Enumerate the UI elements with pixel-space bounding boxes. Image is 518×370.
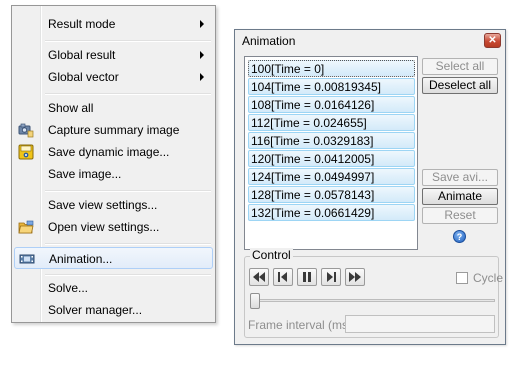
menu-separator: [45, 243, 211, 245]
select-all-button[interactable]: Select all: [422, 58, 498, 75]
skip-to-end-icon: [349, 272, 361, 282]
submenu-arrow-icon: [200, 73, 204, 81]
list-item[interactable]: 100[Time = 0]: [248, 60, 415, 77]
menu-item-label: Save image...: [48, 167, 122, 181]
menu-item-result-mode[interactable]: Result mode: [14, 13, 213, 35]
context-menu: Result mode Global result Global vector …: [11, 5, 216, 323]
frame-interval-label: Frame interval (ms): [248, 318, 353, 332]
deselect-all-button[interactable]: Deselect all: [422, 77, 498, 94]
open-folder-icon: [18, 219, 34, 235]
submenu-arrow-icon: [200, 20, 204, 28]
menu-separator: [45, 274, 211, 276]
frame-interval-field[interactable]: [345, 315, 495, 333]
animate-button[interactable]: Animate: [422, 188, 498, 205]
menu-item-solver-manager[interactable]: Solver manager...: [14, 299, 213, 321]
menu-item-save-view-settings[interactable]: Save view settings...: [14, 194, 213, 216]
list-item[interactable]: 124[Time = 0.0494997]: [248, 168, 415, 185]
skip-to-start-button[interactable]: [249, 268, 269, 286]
menu-item-label: Global result: [48, 48, 116, 62]
menu-item-save-dynamic-image[interactable]: Save dynamic image...: [14, 141, 213, 163]
step-forward-icon: [327, 272, 336, 282]
menu-separator: [45, 93, 211, 95]
dialog-title: Animation: [242, 34, 296, 48]
menu-item-label: Global vector: [48, 70, 119, 84]
frame-slider-track[interactable]: [251, 299, 495, 302]
menu-item-global-vector[interactable]: Global vector: [14, 66, 213, 88]
animation-dialog: Animation ✕ 100[Time = 0] 104[Time = 0.0…: [234, 29, 506, 345]
film-icon: [19, 251, 35, 267]
reset-button[interactable]: Reset: [422, 207, 498, 224]
menu-item-solve[interactable]: Solve...: [14, 277, 213, 299]
list-item[interactable]: 116[Time = 0.0329183]: [248, 132, 415, 149]
menu-item-label: Open view settings...: [48, 220, 160, 234]
list-item[interactable]: 120[Time = 0.0412005]: [248, 150, 415, 167]
step-back-icon: [278, 272, 287, 282]
skip-to-start-icon: [253, 272, 265, 282]
frame-list[interactable]: 100[Time = 0] 104[Time = 0.00819345] 108…: [244, 56, 418, 250]
camera-icon: [18, 122, 34, 138]
menu-item-label: Save view settings...: [48, 198, 158, 212]
skip-to-end-button[interactable]: [345, 268, 365, 286]
list-item[interactable]: 104[Time = 0.00819345]: [248, 78, 415, 95]
menu-item-open-view-settings[interactable]: Open view settings...: [14, 216, 213, 238]
menu-item-show-all[interactable]: Show all: [14, 97, 213, 119]
menu-item-label: Result mode: [48, 17, 116, 31]
menu-item-label: Save dynamic image...: [48, 145, 170, 159]
list-item[interactable]: 132[Time = 0.0661429]: [248, 204, 415, 221]
step-forward-button[interactable]: [321, 268, 341, 286]
control-group: Control Cycle Frame interval (ms): [244, 248, 503, 338]
save-dynamic-image-icon: [18, 144, 34, 160]
cycle-checkbox[interactable]: [456, 272, 468, 284]
menu-item-capture-summary-image[interactable]: Capture summary image: [14, 119, 213, 141]
step-back-button[interactable]: [273, 268, 293, 286]
menu-item-label: Capture summary image: [48, 123, 180, 137]
menu-item-label: Solver manager...: [48, 303, 143, 317]
menu-separator: [45, 40, 211, 42]
menu-item-label: Solve...: [48, 281, 89, 295]
menu-separator: [45, 190, 211, 192]
close-icon: ✕: [488, 35, 497, 46]
menu-item-global-result[interactable]: Global result: [14, 44, 213, 66]
save-avi-button[interactable]: Save avi...: [422, 169, 498, 186]
pause-button[interactable]: [297, 268, 317, 286]
list-item[interactable]: 128[Time = 0.0578143]: [248, 186, 415, 203]
menu-item-animation[interactable]: Animation...: [14, 247, 213, 269]
close-button[interactable]: ✕: [484, 33, 501, 48]
menu-item-label: Show all: [48, 101, 94, 115]
list-item[interactable]: 112[Time = 0.024655]: [248, 114, 415, 131]
help-icon[interactable]: ?: [453, 230, 466, 243]
pause-icon: [303, 272, 311, 282]
menu-item-save-image[interactable]: Save image...: [14, 163, 213, 185]
menu-item-label: Animation...: [49, 252, 113, 266]
cycle-label: Cycle: [473, 271, 504, 285]
control-group-label: Control: [250, 248, 293, 262]
submenu-arrow-icon: [200, 51, 204, 59]
list-item[interactable]: 108[Time = 0.0164126]: [248, 96, 415, 113]
frame-slider-thumb[interactable]: [250, 293, 260, 309]
